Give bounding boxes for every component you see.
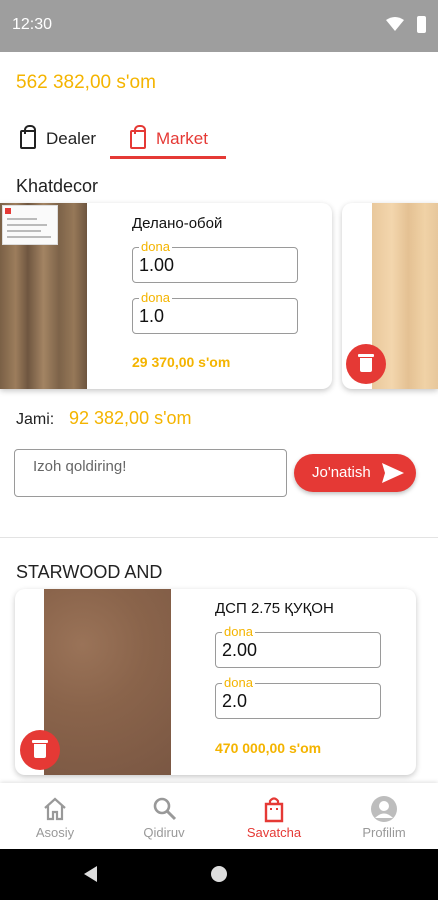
nav-item-cart[interactable]: Savatcha	[224, 783, 324, 849]
quantity-field-label: dona	[139, 290, 172, 305]
shop-total-value: 92 382,00 s'om	[69, 408, 192, 428]
nav-item-home[interactable]: Asosiy	[5, 783, 105, 849]
nav-label: Qidiruv	[143, 825, 185, 840]
nav-item-search[interactable]: Qidiruv	[114, 783, 214, 849]
status-time: 12:30	[12, 16, 53, 33]
quantity-field[interactable]: dona 1.00	[132, 239, 298, 283]
quantity-field-value: 1.0	[139, 306, 165, 326]
quantity-field-label: dona	[222, 624, 255, 639]
shopping-bag-icon	[264, 797, 284, 823]
comment-input[interactable]: Izoh qoldiring!	[14, 449, 287, 497]
comment-placeholder: Izoh qoldiring!	[33, 458, 127, 475]
quantity-field[interactable]: dona 2.0	[215, 675, 381, 719]
product-image	[0, 203, 87, 389]
product-title: ДСП 2.75 ҚУҚОН	[215, 600, 334, 617]
send-order-button[interactable]: Jo'natish	[294, 454, 416, 492]
product-card[interactable]: ДСП 2.75 ҚУҚОН dona 2.00 dona 2.0 470 00…	[15, 589, 416, 775]
quantity-field-label: dona	[222, 675, 255, 690]
shop-name: Khatdecor	[16, 176, 99, 196]
delete-button[interactable]	[346, 344, 386, 384]
home-icon	[44, 797, 66, 821]
product-image	[44, 589, 171, 775]
product-price: 29 370,00 s'om	[132, 354, 231, 370]
product-price: 470 000,00 s'om	[215, 740, 322, 756]
search-icon	[153, 797, 177, 821]
delete-button[interactable]	[20, 730, 60, 770]
shop-total-label: Jami:	[16, 411, 55, 428]
section-divider	[0, 537, 438, 538]
tab-dealer-label: Dealer	[46, 129, 97, 148]
send-icon	[382, 463, 404, 483]
wifi-icon	[386, 17, 404, 31]
quantity-field-value: 2.00	[222, 640, 258, 660]
product-card[interactable]: Делано-обой dona 1.00 dona 1.0 29 370,00…	[0, 203, 332, 389]
home-button-icon[interactable]	[211, 866, 227, 882]
nav-label: Profilim	[362, 825, 406, 840]
quantity-field-label: dona	[139, 239, 172, 254]
shopping-bag-icon	[20, 124, 36, 149]
status-bar: 12:30	[0, 0, 438, 52]
trash-icon	[32, 740, 48, 743]
active-tab-indicator	[110, 156, 226, 159]
trash-icon	[358, 354, 374, 357]
shop-name: STARWOOD AND	[16, 562, 163, 582]
quantity-field-value: 2.0	[222, 691, 248, 711]
system-navigation-bar	[0, 849, 438, 900]
tab-market[interactable]: Market	[130, 124, 208, 154]
quantity-field-value: 1.00	[139, 255, 175, 275]
bottom-navigation: Asosiy Qidiruv Savatcha Profilim	[0, 783, 438, 849]
product-title: Делано-обой	[132, 215, 223, 232]
quantity-field[interactable]: dona 2.00	[215, 624, 381, 668]
nav-label: Asosiy	[35, 825, 75, 840]
product-label-sticker	[2, 205, 58, 245]
back-icon[interactable]	[84, 866, 97, 882]
tab-market-label: Market	[156, 129, 208, 148]
cart-grand-total: 562 382,00 s'om	[16, 72, 156, 93]
nav-label: Savatcha	[246, 825, 302, 840]
send-order-label: Jo'natish	[312, 464, 371, 481]
profile-icon	[371, 796, 397, 822]
nav-item-profile[interactable]: Profilim	[334, 783, 434, 849]
battery-icon	[417, 16, 426, 33]
tab-dealer[interactable]: Dealer	[20, 124, 96, 154]
quantity-field[interactable]: dona 1.0	[132, 290, 298, 334]
shopping-bag-icon	[130, 124, 146, 149]
